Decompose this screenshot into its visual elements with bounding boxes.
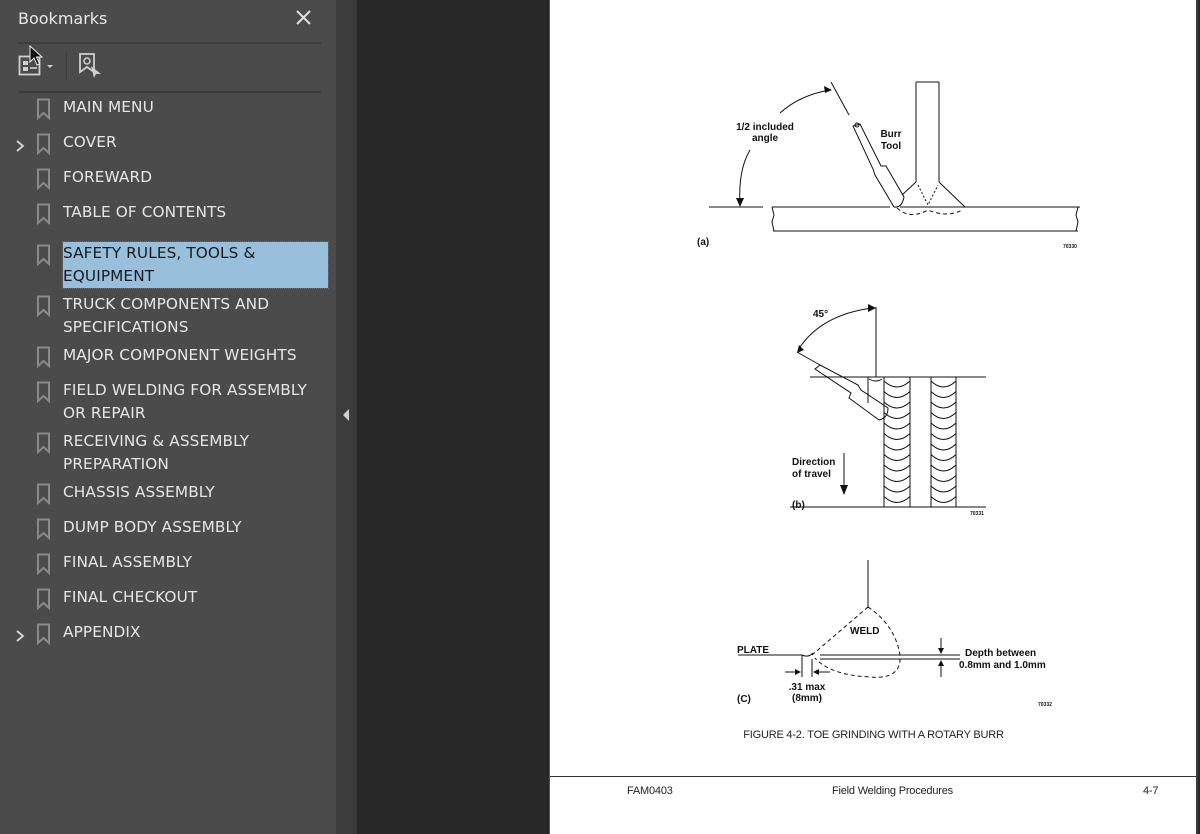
bookmark-icon bbox=[37, 381, 50, 403]
bookmark-icon bbox=[37, 588, 50, 610]
find-current-bookmark-icon bbox=[79, 53, 101, 78]
bookmark-label: APPENDIX bbox=[63, 623, 141, 641]
bookmark-icon bbox=[37, 244, 50, 266]
bookmark-icon bbox=[37, 346, 50, 368]
bookmark-label: MAJOR COMPONENT WEIGHTS bbox=[63, 346, 297, 364]
divider bbox=[18, 91, 321, 93]
label-angle-2: angle bbox=[752, 133, 779, 144]
bookmark-icon bbox=[37, 483, 50, 505]
figure-c: WELD PLATE Depth between 0.8mm and 1.0mm… bbox=[737, 560, 1052, 708]
figure-code-c: 70332 bbox=[1038, 702, 1052, 708]
footer-page-number: 4-7 bbox=[1143, 785, 1159, 797]
figure-b: 45° Direction of travel (b) 70331 bbox=[790, 304, 986, 517]
depth-label-1: Depth between bbox=[965, 648, 1036, 659]
bookmark-label: FINAL ASSEMBLY bbox=[63, 553, 193, 571]
page-edge bbox=[1196, 0, 1198, 834]
direction-label-2: of travel bbox=[792, 469, 831, 480]
weld-fillet bbox=[901, 181, 966, 208]
weld-outline bbox=[811, 606, 901, 678]
bookmark-label: TRUCK COMPONENTS AND SPECIFICATIONS bbox=[63, 295, 270, 336]
close-icon bbox=[296, 10, 311, 25]
figure-code-a: 70330 bbox=[1063, 244, 1077, 250]
bookmark-label: MAIN MENU bbox=[63, 98, 154, 116]
mouse-cursor-icon bbox=[29, 45, 43, 66]
label-tool-2: Tool bbox=[881, 141, 902, 152]
bookmark-label: FIELD WELDING FOR ASSEMBLY OR REPAIR bbox=[63, 381, 307, 422]
find-current-bookmark-button[interactable] bbox=[78, 52, 104, 80]
bookmark-label: COVER bbox=[63, 133, 117, 151]
collapse-panel-icon bbox=[343, 409, 349, 421]
bookmark-label: TABLE OF CONTENTS bbox=[63, 203, 227, 221]
chevron-right-icon[interactable] bbox=[13, 139, 27, 153]
bookmark-icon bbox=[37, 432, 50, 454]
bookmark-label: FINAL CHECKOUT bbox=[63, 588, 198, 606]
panel-label-a: (a) bbox=[697, 237, 709, 248]
max-label-1: .31 max bbox=[789, 682, 826, 693]
plate-label: PLATE bbox=[737, 645, 769, 656]
max-label-2: (8mm) bbox=[792, 693, 822, 704]
bookmark-icon bbox=[37, 553, 50, 575]
close-panel-button[interactable] bbox=[294, 8, 314, 28]
weld-ripples bbox=[883, 380, 957, 503]
direction-label-1: Direction bbox=[792, 457, 835, 468]
divider bbox=[18, 42, 321, 44]
panel-title: Bookmarks bbox=[18, 9, 108, 28]
footer-section-title: Field Welding Procedures bbox=[832, 785, 953, 797]
weld-bead-1 bbox=[883, 377, 911, 507]
depth-label-2: 0.8mm and 1.0mm bbox=[959, 660, 1046, 671]
figure-code-b: 70331 bbox=[970, 511, 984, 517]
panel-label-c: (C) bbox=[737, 694, 751, 705]
bookmark-label: SAFETY RULES, TOOLS & EQUIPMENT bbox=[62, 241, 329, 289]
panel-label-b: (b) bbox=[792, 500, 805, 511]
footer-rule bbox=[550, 776, 1197, 777]
vertical-plate bbox=[915, 81, 940, 182]
bookmark-icon bbox=[37, 133, 50, 155]
toolbar-separator bbox=[66, 52, 67, 80]
angle-label: 45° bbox=[813, 309, 828, 320]
bookmark-icon bbox=[37, 168, 50, 190]
bookmark-label: DUMP BODY ASSEMBLY bbox=[63, 518, 242, 536]
bookmark-label: CHASSIS ASSEMBLY bbox=[63, 483, 215, 501]
bookmark-icon bbox=[37, 295, 50, 317]
label-angle-1: 1/2 included bbox=[736, 122, 794, 133]
bookmark-label: RECEIVING & ASSEMBLY PREPARATION bbox=[63, 432, 250, 473]
burr-tool bbox=[814, 364, 889, 421]
collapse-panel-button[interactable] bbox=[341, 406, 351, 424]
bookmark-label: FOREWARD bbox=[63, 168, 153, 186]
bookmark-icon bbox=[37, 203, 50, 225]
bookmark-icon bbox=[37, 98, 50, 120]
weld-label: WELD bbox=[850, 626, 879, 637]
chevron-right-icon[interactable] bbox=[13, 629, 27, 643]
figure-caption: FIGURE 4-2. TOE GRINDING WITH A ROTARY B… bbox=[743, 729, 1004, 741]
weld-bead-2 bbox=[930, 377, 957, 507]
footer-doc-id: FAM0403 bbox=[627, 785, 673, 797]
bookmark-icon bbox=[37, 518, 50, 540]
figure-a: 1/2 included angle Burr Tool (a) 70330 bbox=[697, 81, 1080, 250]
label-tool-1: Burr bbox=[880, 129, 901, 140]
bookmark-icon bbox=[37, 623, 50, 645]
bookmarks-panel: Bookmarks MAIN MENU COVER FOREWARD TABLE OF… bbox=[0, 0, 336, 834]
